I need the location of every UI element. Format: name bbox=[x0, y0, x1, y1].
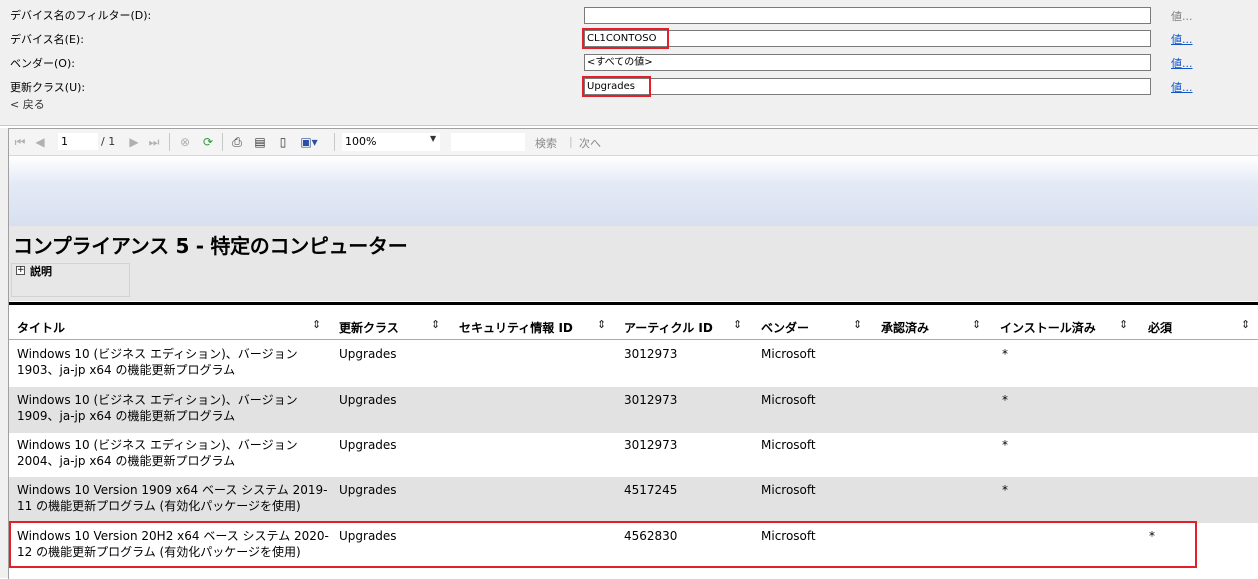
sort-icon[interactable]: ⇕ bbox=[1241, 318, 1250, 331]
report-header: コンプライアンス 5 - 特定のコンピューター + 説明 bbox=[9, 226, 1258, 301]
update-class-cell: Upgrades bbox=[339, 393, 397, 407]
header-divider bbox=[9, 302, 1258, 305]
column-header-title[interactable]: タイトル bbox=[17, 319, 65, 336]
description-box bbox=[11, 263, 130, 297]
title-line: Windows 10 (ビジネス エディション)、バージョン bbox=[17, 438, 298, 452]
report-toolbar: ⏮ ◀ 1 / 1 ▶ ⏭ ⊗ ⟳ ⎙ ▤ ▯ ▣▾ 100% ▼ 検索 | 次… bbox=[9, 129, 1258, 156]
column-header-bulletin-id[interactable]: セキュリティ情報 ID bbox=[459, 319, 573, 336]
zoom-select[interactable]: 100% bbox=[342, 133, 440, 151]
expand-icon[interactable]: + bbox=[16, 266, 25, 275]
table-row: Windows 10 (ビジネス エディション)、バージョン 1903、ja-j… bbox=[9, 341, 1258, 387]
back-link[interactable]: < 戻る bbox=[10, 96, 45, 112]
page-setup-icon[interactable]: ▯ bbox=[275, 134, 291, 150]
export-icon[interactable]: ▣▾ bbox=[298, 134, 320, 150]
last-page-icon[interactable]: ⏭ bbox=[147, 134, 161, 150]
title-cell: Windows 10 (ビジネス エディション)、バージョン 2004、ja-j… bbox=[17, 437, 329, 469]
title-cell: Windows 10 (ビジネス エディション)、バージョン 1903、ja-j… bbox=[17, 346, 329, 378]
device-name-label: デバイス名(E): bbox=[10, 33, 84, 46]
installed-cell: * bbox=[1002, 393, 1008, 407]
vendor-cell: Microsoft bbox=[761, 347, 816, 361]
next-page-icon[interactable]: ▶ bbox=[127, 134, 141, 150]
toolbar-separator bbox=[334, 133, 335, 151]
title-cell: Windows 10 (ビジネス エディション)、バージョン 1909、ja-j… bbox=[17, 392, 329, 424]
device-name-input[interactable]: CL1CONTOSO bbox=[584, 30, 1151, 47]
update-class-cell: Upgrades bbox=[339, 438, 397, 452]
vendor-cell: Microsoft bbox=[761, 483, 816, 497]
title-line: 1909、ja-jp x64 の機能更新プログラム bbox=[17, 409, 236, 423]
sort-icon[interactable]: ⇕ bbox=[972, 318, 981, 331]
update-class-values-link[interactable]: 値... bbox=[1171, 79, 1193, 95]
find-input[interactable] bbox=[451, 133, 525, 151]
vendor-cell: Microsoft bbox=[761, 438, 816, 452]
report-title: コンプライアンス 5 - 特定のコンピューター bbox=[13, 234, 408, 258]
update-class-input[interactable]: Upgrades bbox=[584, 78, 1151, 95]
sort-icon[interactable]: ⇕ bbox=[312, 318, 321, 331]
update-class-label: 更新クラス(U): bbox=[10, 81, 86, 94]
page-total: / 1 bbox=[101, 135, 116, 148]
chevron-down-icon[interactable]: ▼ bbox=[430, 134, 436, 143]
installed-cell: * bbox=[1002, 483, 1008, 497]
toolbar-separator bbox=[169, 133, 170, 151]
stop-icon[interactable]: ⊗ bbox=[177, 134, 193, 150]
column-header-vendor[interactable]: ベンダー bbox=[761, 319, 809, 336]
vendor-cell: Microsoft bbox=[761, 393, 816, 407]
column-header-update-class[interactable]: 更新クラス bbox=[339, 319, 399, 336]
title-cell: Windows 10 Version 1909 x64 ベース システム 201… bbox=[17, 482, 329, 514]
article-id-cell: 3012973 bbox=[624, 393, 678, 407]
row-highlight bbox=[9, 521, 1197, 568]
sort-icon[interactable]: ⇕ bbox=[597, 318, 606, 331]
page-number-input[interactable]: 1 bbox=[58, 133, 98, 150]
description-label: 説明 bbox=[30, 265, 52, 278]
title-line: 2004、ja-jp x64 の機能更新プログラム bbox=[17, 454, 236, 468]
installed-cell: * bbox=[1002, 347, 1008, 361]
vendor-label: ベンダー(O): bbox=[10, 57, 75, 70]
sort-icon[interactable]: ⇕ bbox=[431, 318, 440, 331]
print-icon[interactable]: ⎙ bbox=[229, 134, 245, 150]
table-row: Windows 10 (ビジネス エディション)、バージョン 1909、ja-j… bbox=[9, 387, 1258, 433]
sort-icon[interactable]: ⇕ bbox=[733, 318, 742, 331]
column-header-required[interactable]: 必須 bbox=[1148, 319, 1172, 336]
first-page-icon[interactable]: ⏮ bbox=[13, 134, 27, 150]
refresh-icon[interactable]: ⟳ bbox=[200, 134, 216, 150]
update-class-highlight bbox=[582, 76, 651, 97]
prev-page-icon[interactable]: ◀ bbox=[33, 134, 47, 150]
parameter-panel: デバイス名のフィルター(D): 値... デバイス名(E): CL1CONTOS… bbox=[0, 0, 1258, 126]
table-row: Windows 10 Version 1909 x64 ベース システム 201… bbox=[9, 477, 1258, 523]
column-header-article-id[interactable]: アーティクル ID bbox=[624, 319, 713, 336]
vendor-input[interactable]: <すべての値> bbox=[584, 54, 1151, 71]
print-layout-icon[interactable]: ▤ bbox=[252, 134, 268, 150]
device-name-highlight bbox=[582, 28, 669, 49]
title-line: 11 の機能更新プログラム (有効化パッケージを使用) bbox=[17, 499, 301, 513]
vendor-values-link[interactable]: 値... bbox=[1171, 55, 1193, 71]
title-line: Windows 10 Version 1909 x64 ベース システム 201… bbox=[17, 483, 328, 497]
find-separator: | bbox=[569, 135, 573, 148]
device-filter-input[interactable] bbox=[584, 7, 1151, 24]
table-header: タイトル ⇕ 更新クラス ⇕ セキュリティ情報 ID ⇕ アーティクル ID ⇕… bbox=[9, 309, 1258, 340]
article-id-cell: 3012973 bbox=[624, 347, 678, 361]
device-filter-values-link: 値... bbox=[1171, 10, 1193, 23]
title-line: Windows 10 (ビジネス エディション)、バージョン bbox=[17, 347, 298, 361]
update-class-cell: Upgrades bbox=[339, 483, 397, 497]
sort-icon[interactable]: ⇕ bbox=[853, 318, 862, 331]
installed-cell: * bbox=[1002, 438, 1008, 452]
sort-icon[interactable]: ⇕ bbox=[1119, 318, 1128, 331]
device-name-values-link[interactable]: 値... bbox=[1171, 31, 1193, 47]
find-next-button[interactable]: 次へ bbox=[579, 135, 601, 151]
report-banner bbox=[9, 156, 1258, 226]
table-row: Windows 10 (ビジネス エディション)、バージョン 2004、ja-j… bbox=[9, 432, 1258, 478]
left-edge bbox=[0, 128, 8, 578]
find-button[interactable]: 検索 bbox=[535, 135, 557, 151]
report-viewer: ⏮ ◀ 1 / 1 ▶ ⏭ ⊗ ⟳ ⎙ ▤ ▯ ▣▾ 100% ▼ 検索 | 次… bbox=[8, 128, 1258, 579]
column-header-approved[interactable]: 承認済み bbox=[881, 319, 929, 336]
update-class-cell: Upgrades bbox=[339, 347, 397, 361]
column-header-installed[interactable]: インストール済み bbox=[1000, 319, 1096, 336]
article-id-cell: 4517245 bbox=[624, 483, 678, 497]
article-id-cell: 3012973 bbox=[624, 438, 678, 452]
title-line: Windows 10 (ビジネス エディション)、バージョン bbox=[17, 393, 298, 407]
title-line: 1903、ja-jp x64 の機能更新プログラム bbox=[17, 363, 236, 377]
toolbar-separator bbox=[222, 133, 223, 151]
device-filter-label: デバイス名のフィルター(D): bbox=[10, 9, 152, 22]
